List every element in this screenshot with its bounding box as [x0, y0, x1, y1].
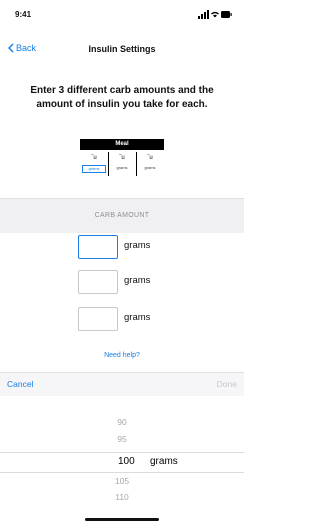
status-time: 9:41: [15, 10, 32, 19]
page-title: Insulin Settings: [88, 44, 156, 54]
picker-option[interactable]: 95: [0, 434, 244, 444]
signal-icon: [198, 10, 209, 19]
status-icons: [198, 10, 232, 19]
meal-grams-label: grams: [144, 165, 156, 170]
picker-option[interactable]: 105: [0, 476, 244, 486]
wifi-icon: [211, 11, 219, 18]
picker-selected-value[interactable]: 100: [118, 456, 135, 467]
meal-grams-label: grams: [82, 165, 106, 173]
battery-icon: [221, 11, 232, 18]
meal-column: ‾u grams: [109, 152, 135, 176]
cancel-button[interactable]: Cancel: [7, 379, 33, 389]
meal-header: Meal: [80, 139, 164, 150]
meal-grams-label: grams: [116, 165, 128, 170]
carb-input-3[interactable]: [78, 307, 118, 331]
carb-input-1[interactable]: [78, 235, 118, 259]
picker-unit: grams: [150, 456, 178, 467]
picker-option[interactable]: 90: [0, 417, 244, 427]
meal-column: ‾u grams: [81, 152, 107, 176]
meal-illustration: Meal ‾u grams ‾u grams ‾u grams: [80, 139, 164, 180]
carb-unit-label: grams: [124, 312, 151, 323]
picker-option[interactable]: 110: [0, 492, 244, 502]
picker-toolbar: [0, 372, 244, 398]
carb-input-2[interactable]: [78, 270, 118, 294]
carb-unit-label: grams: [124, 240, 151, 251]
need-help-link[interactable]: Need help?: [0, 352, 244, 359]
home-indicator: [85, 518, 159, 521]
carb-unit-label: grams: [124, 275, 151, 286]
done-button[interactable]: Done: [217, 379, 237, 389]
instruction-text: Enter 3 different carb amounts and the a…: [30, 85, 214, 110]
meal-column: ‾u grams: [137, 152, 163, 176]
section-label: CARB AMOUNT: [94, 212, 150, 219]
